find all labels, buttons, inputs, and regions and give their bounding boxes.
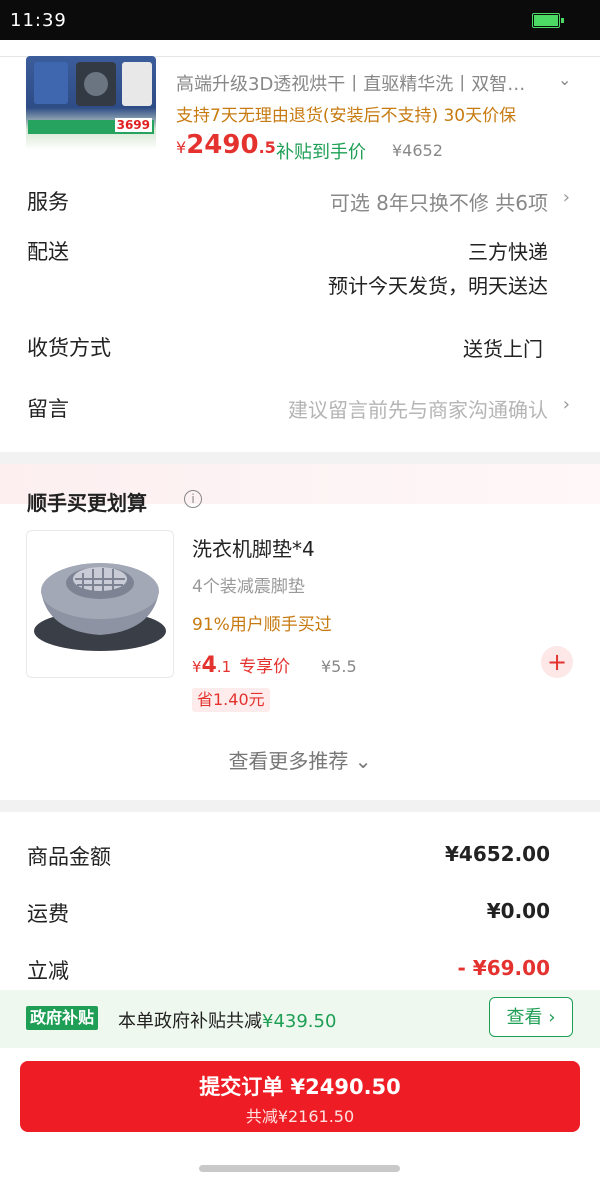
shipping-value: ¥0.00	[486, 899, 550, 923]
washer-pad-icon	[34, 563, 166, 651]
chevron-down-icon[interactable]: ⌄	[558, 70, 571, 89]
status-time: 11:39	[10, 10, 67, 31]
info-icon[interactable]: i	[184, 490, 202, 508]
receive-method-label: 收货方式	[27, 336, 111, 360]
see-more-recommendations[interactable]: 查看更多推荐 ⌄	[0, 745, 600, 774]
price-decimal: .5	[258, 138, 276, 157]
recommend-item-social-proof: 91%用户顺手买过	[192, 615, 332, 635]
recommend-title: 顺手买更划算	[27, 491, 147, 515]
product-policy: 支持7天无理由退货(安装后不支持) 30天价保	[176, 106, 517, 126]
delivery-label: 配送	[27, 240, 69, 264]
delivery-estimate: 预计今天发货，明天送达	[328, 274, 548, 298]
submit-order-label: 提交订单 ¥2490.50	[199, 1075, 401, 1099]
message-label: 留言	[27, 397, 69, 421]
original-price: ¥4652	[392, 141, 443, 160]
product-thumbnail[interactable]: 3699	[26, 56, 156, 150]
view-subsidy-button[interactable]: 查看 ›	[489, 997, 573, 1037]
chevron-right-icon[interactable]: ›	[563, 187, 570, 208]
gov-subsidy-text: 本单政府补贴共减¥439.50	[118, 1007, 336, 1033]
submit-order-saving: 共减¥2161.50	[245, 1107, 355, 1126]
section-divider	[0, 800, 600, 812]
status-bar: 11:39	[0, 0, 600, 40]
recommend-item-price: ¥4.1 专享价	[192, 652, 290, 678]
recommend-item-image[interactable]	[26, 530, 174, 678]
discount-value: - ¥69.00	[457, 956, 550, 980]
battery-icon	[532, 13, 564, 28]
shipping-label: 运费	[27, 902, 69, 926]
view-subsidy-label: 查看	[506, 1007, 543, 1028]
goods-amount-value: ¥4652.00	[444, 842, 550, 866]
product-title[interactable]: 高端升级3D透视烘干丨直驱精华洗丨双智…	[176, 70, 525, 96]
service-value[interactable]: 可选 8年只换不修 共6项	[330, 187, 548, 216]
product-price: ¥2490.5	[176, 130, 276, 160]
savings-badge: 省1.40元	[192, 688, 270, 712]
price-decimal: .1	[216, 658, 232, 676]
delivery-method: 三方快递	[468, 240, 548, 264]
subsidy-price-label: 补贴到手价	[276, 142, 366, 163]
price-integer: 2490	[186, 130, 259, 160]
gov-subsidy-amount: ¥439.50	[262, 1011, 337, 1032]
price-symbol: ¥	[192, 658, 202, 676]
top-edge	[0, 40, 600, 57]
add-item-button[interactable]: +	[541, 646, 573, 678]
recommend-item-desc: 4个装减震脚垫	[192, 577, 305, 597]
recommend-item-name[interactable]: 洗衣机脚垫*4	[192, 533, 315, 562]
message-input[interactable]: 建议留言前先与商家沟通确认	[288, 394, 548, 423]
chevron-down-icon: ⌄	[348, 749, 372, 773]
receive-method-value[interactable]: 送货上门	[463, 333, 543, 362]
price-label: 专享价	[239, 657, 291, 677]
gov-subsidy-badge: 政府补贴	[26, 1006, 99, 1030]
home-indicator[interactable]	[199, 1165, 400, 1172]
recommend-item-original-price: ¥5.5	[321, 657, 357, 676]
chevron-right-icon: ›	[542, 1007, 556, 1028]
gov-subsidy-desc: 本单政府补贴共减	[118, 1011, 262, 1032]
price-integer: 4	[201, 653, 217, 678]
goods-amount-label: 商品金额	[27, 845, 111, 869]
section-divider	[0, 452, 600, 464]
discount-label: 立减	[27, 959, 69, 983]
submit-order-button[interactable]: 提交订单 ¥2490.50 共减¥2161.50	[20, 1061, 580, 1132]
see-more-label: 查看更多推荐	[228, 749, 349, 773]
thumbnail-price: 3699	[114, 118, 152, 132]
chevron-right-icon[interactable]: ›	[563, 394, 570, 415]
service-label: 服务	[27, 190, 69, 214]
price-symbol: ¥	[176, 138, 187, 157]
